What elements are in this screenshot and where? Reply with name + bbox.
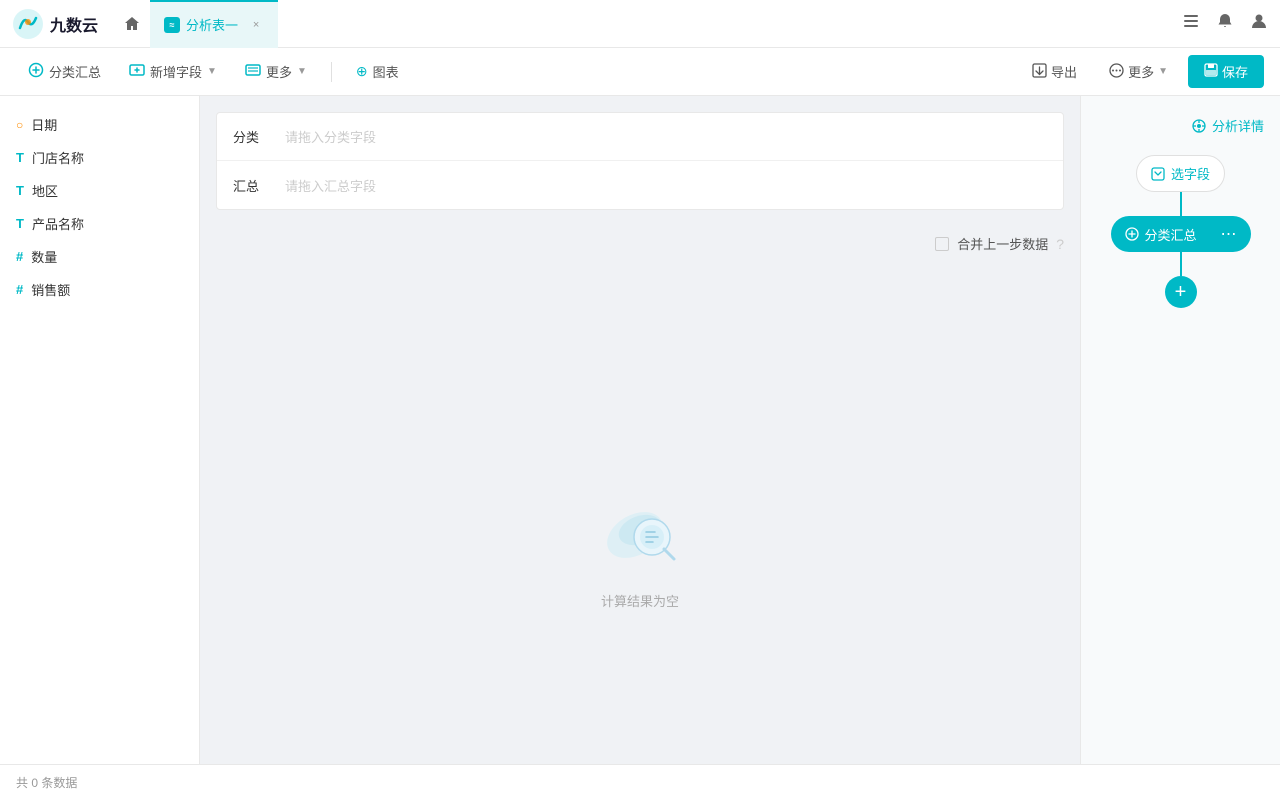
add-field-label: 新增字段 <box>150 62 202 81</box>
sidebar-item-sales[interactable]: # 销售额 <box>0 273 199 306</box>
toolbar-right: 导出 更多 ▼ 保存 <box>1020 55 1264 88</box>
more-chevron: ▼ <box>297 66 307 77</box>
region-type-icon: T <box>16 183 24 198</box>
empty-text: 计算结果为空 <box>601 591 679 610</box>
quantity-type-icon: # <box>16 249 23 264</box>
logo-icon <box>12 8 44 40</box>
sidebar: ○ 日期 T 门店名称 T 地区 T 产品名称 # 数量 # 销售额 <box>0 96 200 764</box>
sidebar-item-product-label: 产品名称 <box>32 214 84 233</box>
sidebar-item-date-label: 日期 <box>31 115 57 134</box>
sales-type-icon: # <box>16 282 23 297</box>
summary-drop-zone[interactable]: 汇总 请拖入汇总字段 <box>217 161 1063 209</box>
more-button[interactable]: 更多 ▼ <box>233 56 319 87</box>
sidebar-item-store-label: 门店名称 <box>32 148 84 167</box>
export-label: 导出 <box>1051 62 1077 81</box>
merge-area: 合并上一步数据 ? <box>216 226 1064 261</box>
logo: 九数云 <box>12 8 98 40</box>
add-field-icon <box>129 62 145 81</box>
drop-zones: 分类 请拖入分类字段 汇总 请拖入汇总字段 <box>216 112 1064 210</box>
sidebar-item-region-label: 地区 <box>32 181 58 200</box>
merge-checkbox[interactable] <box>935 237 949 251</box>
sidebar-item-quantity-label: 数量 <box>31 247 57 266</box>
list-icon[interactable] <box>1182 12 1200 35</box>
footer-count: 共 0 条数据 <box>16 774 77 791</box>
content-area: 分类 请拖入分类字段 汇总 请拖入汇总字段 合并上一步数据 ? <box>200 96 1080 764</box>
add-node-icon: + <box>1175 281 1187 304</box>
summary-placeholder: 请拖入汇总字段 <box>273 176 1047 195</box>
footer: 共 0 条数据 <box>0 764 1280 800</box>
save-button[interactable]: 保存 <box>1188 55 1264 88</box>
panel-flow: 选字段 分类汇总 ⋯ + <box>1081 143 1280 320</box>
store-type-icon: T <box>16 150 24 165</box>
analysis-detail-button[interactable]: 分析详情 <box>1081 108 1280 143</box>
save-label: 保存 <box>1222 62 1248 81</box>
merge-label: 合并上一步数据 <box>957 234 1048 253</box>
more-right-icon <box>1109 63 1124 81</box>
chart-icon: ⊕ <box>356 63 368 80</box>
bell-icon[interactable] <box>1216 12 1234 35</box>
tab-icon: ≈ <box>164 17 180 33</box>
sidebar-item-date[interactable]: ○ 日期 <box>0 108 199 141</box>
more-right-button[interactable]: 更多 ▼ <box>1097 56 1180 87</box>
analysis-tab[interactable]: ≈ 分析表一 × <box>150 0 278 48</box>
more-label: 更多 <box>266 62 292 81</box>
main-layout: ○ 日期 T 门店名称 T 地区 T 产品名称 # 数量 # 销售额 分类 <box>0 96 1280 764</box>
sidebar-item-quantity[interactable]: # 数量 <box>0 240 199 273</box>
category-label: 分类 <box>233 127 273 146</box>
chart-button[interactable]: ⊕ 图表 <box>344 56 411 87</box>
analysis-detail-label: 分析详情 <box>1212 116 1264 135</box>
chart-label: 图表 <box>373 62 399 81</box>
classify-icon <box>28 62 44 81</box>
add-field-chevron: ▼ <box>207 66 217 77</box>
classify-summary-label: 分类汇总 <box>49 62 101 81</box>
sidebar-item-sales-label: 销售额 <box>31 280 70 299</box>
sidebar-item-store[interactable]: T 门店名称 <box>0 141 199 174</box>
date-type-icon: ○ <box>16 118 23 132</box>
export-button[interactable]: 导出 <box>1020 56 1089 87</box>
classify-summary-node-label: 分类汇总 <box>1145 225 1197 244</box>
flow-line-1 <box>1180 192 1182 216</box>
help-icon[interactable]: ? <box>1056 236 1064 252</box>
empty-state: 计算结果为空 <box>216 277 1064 748</box>
save-icon <box>1204 63 1218 80</box>
select-field-label: 选字段 <box>1171 164 1210 183</box>
more-icon <box>245 62 261 81</box>
top-nav: 九数云 ≈ 分析表一 × <box>0 0 1280 48</box>
classify-summary-button[interactable]: 分类汇总 <box>16 56 113 87</box>
summary-label: 汇总 <box>233 176 273 195</box>
sidebar-item-product[interactable]: T 产品名称 <box>0 207 199 240</box>
nav-actions <box>1182 12 1268 35</box>
empty-illustration <box>580 475 700 575</box>
flow-line-2 <box>1180 252 1182 276</box>
category-placeholder: 请拖入分类字段 <box>273 127 1047 146</box>
add-node-button[interactable]: + <box>1165 276 1197 308</box>
home-button[interactable] <box>114 6 150 42</box>
right-panel: 分析详情 选字段 分类汇总 ⋯ <box>1080 96 1280 764</box>
node-more-icon[interactable]: ⋯ <box>1221 224 1237 244</box>
add-field-button[interactable]: 新增字段 ▼ <box>117 56 229 87</box>
toolbar: 分类汇总 新增字段 ▼ 更多 ▼ ⊕ 图表 <box>0 48 1280 96</box>
export-icon <box>1032 63 1047 81</box>
user-icon[interactable] <box>1250 12 1268 35</box>
tab-label: 分析表一 <box>186 15 238 34</box>
logo-label: 九数云 <box>50 12 98 36</box>
toolbar-divider <box>331 62 332 82</box>
sidebar-item-region[interactable]: T 地区 <box>0 174 199 207</box>
product-type-icon: T <box>16 216 24 231</box>
select-field-node[interactable]: 选字段 <box>1136 155 1225 192</box>
classify-summary-node[interactable]: 分类汇总 ⋯ <box>1111 216 1251 252</box>
more-right-chevron: ▼ <box>1158 66 1168 77</box>
tab-close-button[interactable]: × <box>248 17 264 33</box>
more-right-label: 更多 <box>1128 62 1154 81</box>
category-drop-zone[interactable]: 分类 请拖入分类字段 <box>217 113 1063 161</box>
